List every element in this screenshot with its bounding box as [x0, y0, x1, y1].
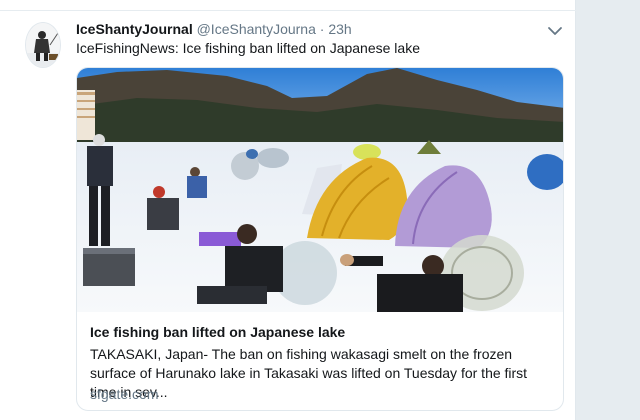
tweet-menu-button[interactable] — [546, 24, 564, 38]
tweet-header: IceShantyJournal @IceShantyJourna · 23h — [76, 21, 352, 37]
chevron-down-icon — [548, 27, 562, 35]
timeline-column: IceShantyJournal @IceShantyJourna · 23h … — [0, 0, 576, 420]
link-card[interactable]: Ice fishing ban lifted on Japanese lake … — [76, 67, 564, 411]
tweet-text: IceFishingNews: Ice fishing ban lifted o… — [76, 40, 420, 56]
ice-fishing-photo — [77, 68, 563, 312]
ice-fisherman-avatar-icon — [26, 23, 60, 67]
divider — [0, 10, 576, 11]
display-name[interactable]: IceShantyJournal — [76, 21, 193, 37]
timestamp[interactable]: 23h — [328, 21, 351, 37]
separator-dot: · — [319, 21, 325, 37]
card-title[interactable]: Ice fishing ban lifted on Japanese lake — [90, 324, 345, 340]
card-description: TAKASAKI, Japan- The ban on fishing waka… — [90, 346, 528, 400]
avatar[interactable] — [25, 22, 61, 68]
card-image[interactable] — [77, 68, 563, 312]
card-domain: sfgate.com — [90, 386, 159, 402]
user-handle[interactable]: @IceShantyJourna — [197, 21, 316, 37]
